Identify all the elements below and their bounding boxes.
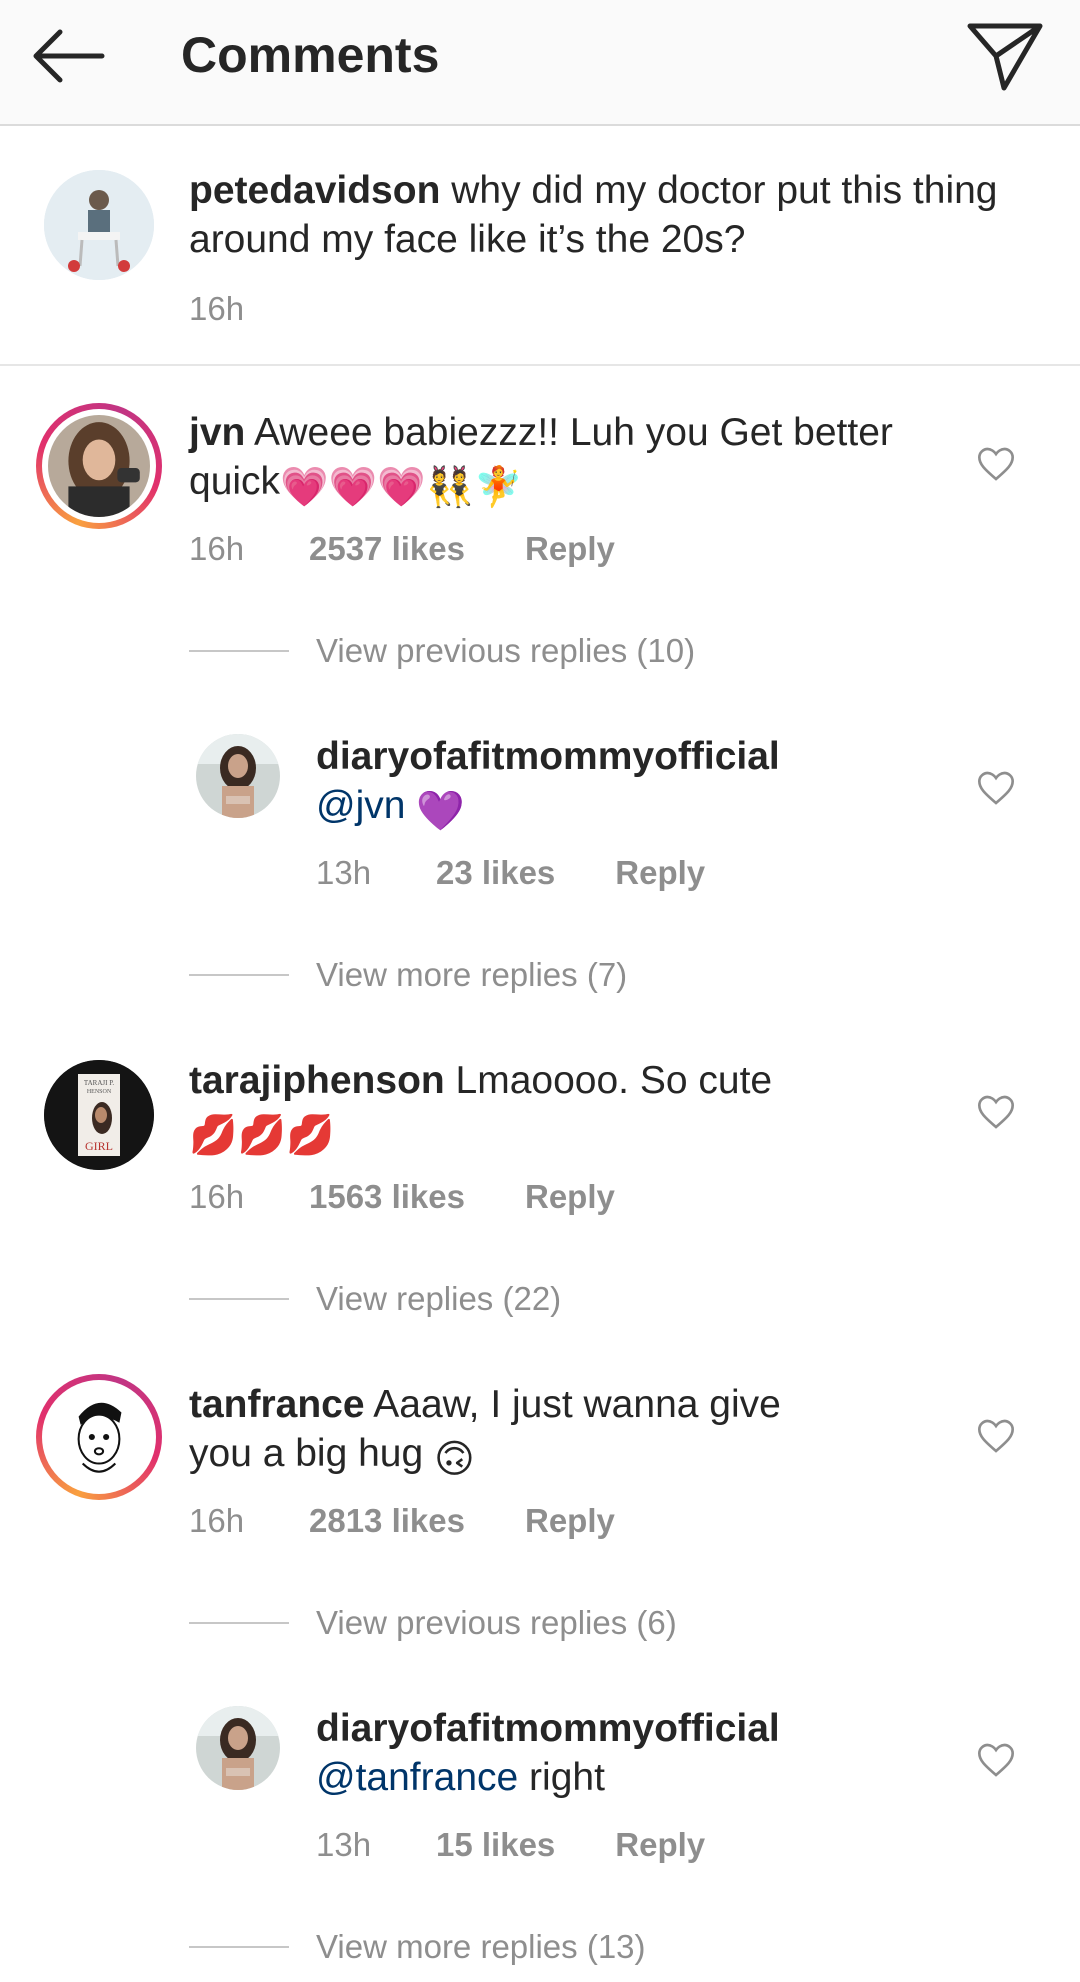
reply-button[interactable]: Reply [525, 1178, 615, 1216]
avatar-image [196, 1706, 280, 1790]
like-count[interactable]: 1563 likes [309, 1178, 465, 1216]
avatar-petedavidson[interactable] [44, 170, 154, 280]
reply-username[interactable]: diaryofafitmommyofficial [316, 735, 780, 778]
reply-body: right [518, 1756, 605, 1799]
comment-username[interactable]: tanfrance [189, 1383, 365, 1426]
heart-icon[interactable] [976, 1092, 1016, 1132]
avatar-image [44, 170, 154, 280]
comment-text: jvn Aweee babiezzz!! Luh you Get better … [189, 408, 949, 512]
comment-emojis: 💋💋💋 [189, 1114, 335, 1157]
view-replies-label: View previous replies (10) [316, 632, 696, 669]
divider [189, 974, 289, 976]
caption-text: petedavidson why did my doctor put this … [189, 166, 1009, 264]
divider [189, 650, 289, 652]
like-count[interactable]: 2537 likes [309, 530, 465, 568]
comment-time: 16h [189, 1178, 245, 1215]
post-caption: petedavidson why did my doctor put this … [0, 128, 1080, 366]
reply-button[interactable]: Reply [615, 854, 705, 892]
reply-username[interactable]: diaryofafitmommyofficial [316, 1707, 780, 1750]
reply-meta: 13h 23 likes Reply [316, 854, 705, 892]
avatar-image [196, 734, 280, 818]
avatar-tarajiphenson[interactable]: TARAJI P. HENSON GIRL [44, 1060, 154, 1170]
divider [189, 1622, 289, 1624]
heart-icon[interactable] [976, 1740, 1016, 1780]
heart-icon[interactable] [976, 1416, 1016, 1456]
comment-time: 16h [189, 1502, 245, 1539]
book-title-bottom: GIRL [85, 1139, 113, 1153]
like-count[interactable]: 2813 likes [309, 1502, 465, 1540]
share-button[interactable] [964, 18, 1046, 94]
book-title-mid: HENSON [87, 1089, 112, 1095]
view-replies-label: View more replies (13) [316, 1928, 646, 1965]
view-replies-button[interactable]: View previous replies (6) [189, 1604, 677, 1642]
reply-text: diaryofafitmommyofficial @tanfrance righ… [316, 1704, 956, 1802]
reply-button[interactable]: Reply [615, 1826, 705, 1864]
avatar-image: TARAJI P. HENSON GIRL [44, 1060, 154, 1170]
avatar-diaryofafitmommyofficial[interactable] [196, 1706, 280, 1790]
view-replies-label: View more replies (7) [316, 956, 628, 993]
view-replies-button[interactable]: View previous replies (10) [189, 632, 695, 670]
comment-meta: 16h 2537 likes Reply [189, 530, 615, 568]
avatar-image [48, 415, 150, 517]
mention-link[interactable]: @jvn [316, 784, 405, 827]
view-replies-button[interactable]: View more replies (7) [189, 956, 627, 994]
back-button[interactable] [30, 22, 110, 90]
reply-text: diaryofafitmommyofficial @jvn 💜 [316, 732, 956, 836]
comment-text: tarajiphenson Lmaoooo. So cute 💋💋💋 [189, 1056, 949, 1160]
arrow-left-icon [33, 29, 105, 83]
divider [189, 1298, 289, 1300]
comment-body: Lmaoooo. So cute [444, 1059, 773, 1102]
caption-time: 16h [189, 290, 245, 327]
comment-meta: 16h 2813 likes Reply [189, 1502, 615, 1540]
mention-link[interactable]: @tanfrance [316, 1756, 518, 1799]
heart-icon[interactable] [976, 444, 1016, 484]
heart-icon[interactable] [976, 768, 1016, 808]
view-replies-button[interactable]: View more replies (13) [189, 1928, 646, 1966]
like-count[interactable]: 15 likes [436, 1826, 555, 1864]
avatar-tanfrance[interactable] [42, 1380, 156, 1494]
reply-meta: 13h 15 likes Reply [316, 1826, 705, 1864]
reply-button[interactable]: Reply [525, 530, 615, 568]
like-count[interactable]: 23 likes [436, 854, 555, 892]
caption-username[interactable]: petedavidson [189, 169, 440, 212]
comment-text: tanfrance Aaaw, I just wanna give you a … [189, 1380, 829, 1484]
view-replies-button[interactable]: View replies (22) [189, 1280, 561, 1318]
avatar-image [48, 1386, 150, 1488]
comment-emojis: 🙃 [434, 1438, 475, 1481]
view-replies-label: View previous replies (6) [316, 1604, 677, 1641]
comment-username[interactable]: tarajiphenson [189, 1059, 445, 1102]
caption-meta: 16h [189, 290, 309, 328]
comment-emojis: 💗💗💗👯🧚 [280, 466, 523, 509]
reply-button[interactable]: Reply [525, 1502, 615, 1540]
divider [189, 1946, 289, 1948]
reply-time: 13h [316, 1826, 372, 1863]
avatar-jvn[interactable] [42, 409, 156, 523]
comment-username[interactable]: jvn [189, 411, 245, 454]
comment-meta: 16h 1563 likes Reply [189, 1178, 615, 1216]
page-title: Comments [181, 27, 440, 83]
book-title-top: TARAJI P. [84, 1079, 114, 1087]
comment-time: 16h [189, 530, 245, 567]
paper-plane-icon [967, 23, 1043, 91]
reply-time: 13h [316, 854, 372, 891]
reply-emojis: 💜 [416, 790, 465, 833]
view-replies-label: View replies (22) [316, 1280, 562, 1317]
app-header: Comments [0, 0, 1080, 126]
avatar-diaryofafitmommyofficial[interactable] [196, 734, 280, 818]
